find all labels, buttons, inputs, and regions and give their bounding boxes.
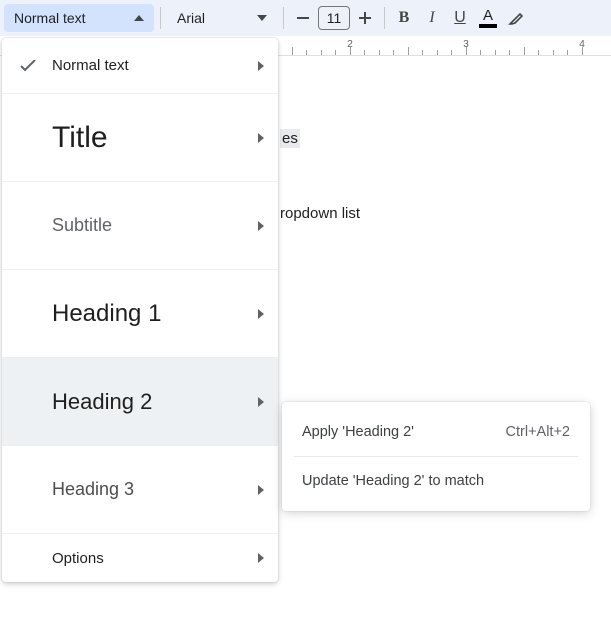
style-label: Heading 3 bbox=[40, 479, 258, 500]
increase-font-size-button[interactable] bbox=[352, 5, 378, 31]
chevron-up-icon bbox=[134, 15, 144, 21]
style-option-subtitle[interactable]: Subtitle bbox=[2, 182, 278, 270]
chevron-right-icon bbox=[258, 309, 264, 319]
paragraph-styles-menu: Normal text Title Subtitle Heading 1 Hea… bbox=[2, 38, 278, 582]
separator bbox=[384, 7, 385, 29]
font-size-input[interactable]: 11 bbox=[318, 6, 350, 30]
style-option-options[interactable]: Options bbox=[2, 534, 278, 582]
paragraph-style-label: Normal text bbox=[14, 10, 86, 26]
style-label: Normal text bbox=[40, 57, 258, 74]
highlighter-icon bbox=[507, 9, 525, 27]
style-label: Title bbox=[40, 121, 258, 155]
style-option-normal-text[interactable]: Normal text bbox=[2, 38, 278, 94]
style-option-heading-3[interactable]: Heading 3 bbox=[2, 446, 278, 534]
highlight-color-button[interactable] bbox=[503, 5, 529, 31]
italic-button[interactable]: I bbox=[419, 5, 445, 31]
separator bbox=[294, 456, 578, 457]
document-text: ropdown list bbox=[280, 205, 360, 222]
update-heading-2-item[interactable]: Update 'Heading 2' to match bbox=[282, 459, 590, 503]
separator bbox=[160, 7, 161, 29]
check-icon bbox=[16, 60, 40, 72]
bold-button[interactable]: B bbox=[391, 5, 417, 31]
style-label: Subtitle bbox=[40, 215, 258, 236]
style-option-heading-1[interactable]: Heading 1 bbox=[2, 270, 278, 358]
submenu-label: Apply 'Heading 2' bbox=[302, 424, 414, 440]
separator bbox=[283, 7, 284, 29]
chevron-right-icon bbox=[258, 397, 264, 407]
minus-icon bbox=[297, 17, 309, 19]
style-label: Heading 2 bbox=[40, 389, 258, 415]
document-content[interactable]: es ropdown list bbox=[280, 130, 360, 222]
submenu-label: Update 'Heading 2' to match bbox=[302, 473, 484, 489]
chevron-right-icon bbox=[258, 61, 264, 71]
text-color-button[interactable]: A bbox=[475, 5, 501, 31]
font-family-label: Arial bbox=[177, 10, 205, 26]
underline-button[interactable]: U bbox=[447, 5, 473, 31]
heading-2-submenu: Apply 'Heading 2' Ctrl+Alt+2 Update 'Hea… bbox=[282, 402, 590, 511]
style-label: Heading 1 bbox=[40, 300, 258, 328]
plus-icon bbox=[359, 12, 371, 24]
style-label: Options bbox=[40, 550, 258, 567]
text-color-icon: A bbox=[479, 8, 497, 28]
chevron-down-icon bbox=[257, 15, 267, 21]
apply-heading-2-item[interactable]: Apply 'Heading 2' Ctrl+Alt+2 bbox=[282, 410, 590, 454]
font-family-dropdown[interactable]: Arial bbox=[167, 4, 277, 32]
style-option-title[interactable]: Title bbox=[2, 94, 278, 182]
document-text-highlight: es bbox=[280, 129, 300, 148]
style-option-heading-2[interactable]: Heading 2 bbox=[2, 358, 278, 446]
chevron-right-icon bbox=[258, 485, 264, 495]
chevron-right-icon bbox=[258, 553, 264, 563]
paragraph-style-dropdown[interactable]: Normal text bbox=[4, 4, 154, 32]
toolbar: Normal text Arial 11 B I U A bbox=[0, 0, 611, 36]
font-size-value: 11 bbox=[327, 10, 342, 26]
chevron-right-icon bbox=[258, 133, 264, 143]
decrease-font-size-button[interactable] bbox=[290, 5, 316, 31]
keyboard-shortcut: Ctrl+Alt+2 bbox=[506, 424, 570, 440]
chevron-right-icon bbox=[258, 221, 264, 231]
